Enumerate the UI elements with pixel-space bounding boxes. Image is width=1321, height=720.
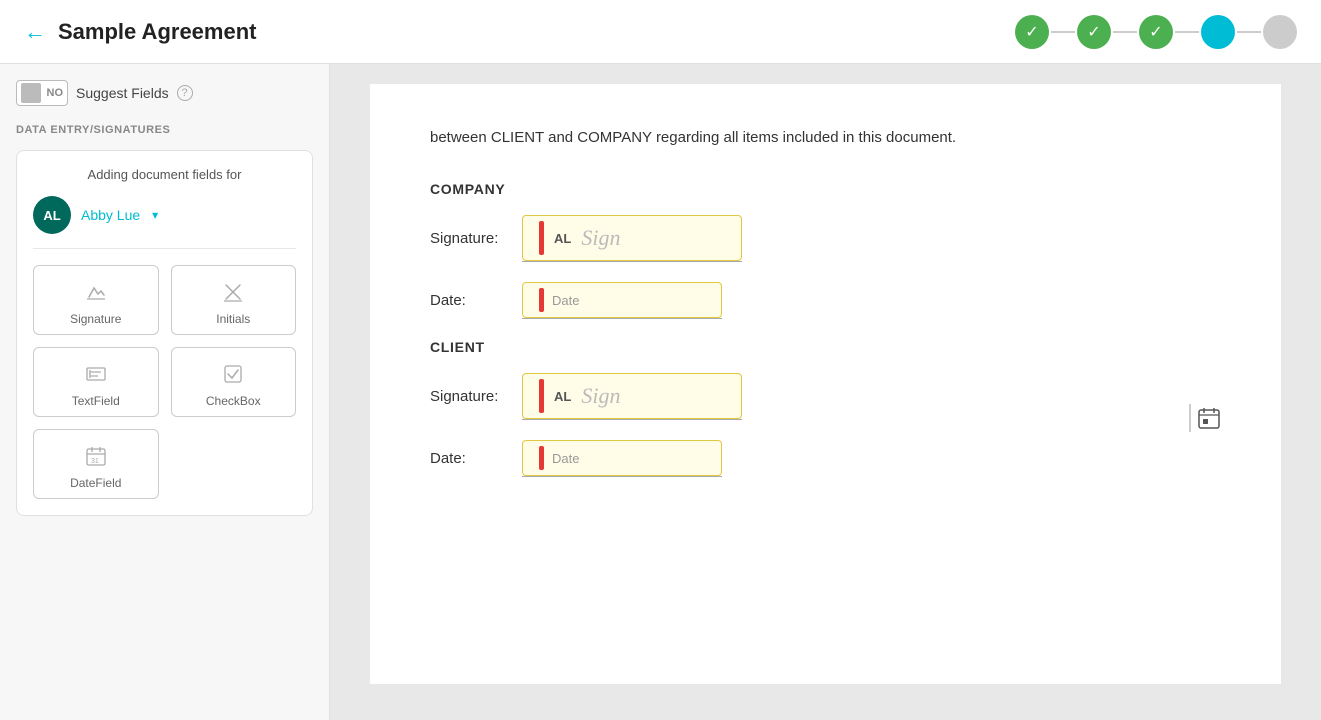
- checkbox-icon: [222, 360, 244, 388]
- step-dash-4: [1237, 31, 1261, 33]
- field-item-datefield[interactable]: 31 DateField: [33, 429, 159, 499]
- field-item-signature[interactable]: Signature: [33, 265, 159, 335]
- company-date-row: Date: Date: [430, 282, 1221, 319]
- suggest-fields-toggle[interactable]: NO: [16, 80, 68, 106]
- section-label: DATA ENTRY/SIGNATURES: [16, 124, 313, 136]
- toggle-state: NO: [47, 87, 64, 99]
- client-sig-initials: AL: [554, 389, 571, 404]
- user-selector[interactable]: AL Abby Lue ▾: [33, 196, 296, 249]
- company-signature-row: Signature: AL Sign: [430, 215, 1221, 262]
- field-label-textfield: TextField: [72, 394, 120, 408]
- main-content: NO Suggest Fields ? DATA ENTRY/SIGNATURE…: [0, 64, 1321, 720]
- client-date-field[interactable]: Date: [522, 440, 722, 476]
- user-name: Abby Lue: [81, 207, 140, 223]
- client-date-underline: [522, 476, 722, 477]
- field-item-textfield[interactable]: TextField: [33, 347, 159, 417]
- company-date-placeholder: Date: [552, 293, 579, 308]
- client-section-title: CLIENT: [430, 339, 1221, 355]
- step-dash-1: [1051, 31, 1075, 33]
- step-3: ✓: [1139, 15, 1173, 49]
- chevron-down-icon: ▾: [152, 208, 158, 222]
- suggest-fields-row: NO Suggest Fields ?: [16, 80, 313, 106]
- document-page: between CLIENT and COMPANY regarding all…: [370, 84, 1281, 684]
- step-2: ✓: [1077, 15, 1111, 49]
- field-label-initials: Initials: [216, 312, 250, 326]
- textfield-icon: [85, 360, 107, 388]
- field-item-initials[interactable]: Initials: [171, 265, 297, 335]
- client-sig-red-bar: [539, 379, 544, 413]
- client-signature-label: Signature:: [430, 388, 510, 405]
- step-dash-2: [1113, 31, 1137, 33]
- step-1: ✓: [1015, 15, 1049, 49]
- company-date-underline: [522, 318, 722, 319]
- help-icon[interactable]: ?: [177, 85, 193, 101]
- company-signature-label: Signature:: [430, 230, 510, 247]
- field-item-checkbox[interactable]: CheckBox: [171, 347, 297, 417]
- svg-text:31: 31: [91, 458, 99, 465]
- company-section-title: COMPANY: [430, 181, 1221, 197]
- client-signature-row: Signature: AL Sign: [430, 373, 1221, 420]
- back-button[interactable]: ←: [24, 21, 46, 43]
- progress-stepper: ✓ ✓ ✓: [1015, 15, 1297, 49]
- sidebar: NO Suggest Fields ? DATA ENTRY/SIGNATURE…: [0, 64, 330, 720]
- document-area: between CLIENT and COMPANY regarding all…: [330, 64, 1321, 720]
- sig-red-bar: [539, 221, 544, 255]
- initials-icon: [222, 278, 244, 306]
- client-date-red-bar: [539, 446, 544, 470]
- client-date-row: Date: Date: [430, 440, 1221, 477]
- step-4: [1201, 15, 1235, 49]
- company-date-label: Date:: [430, 292, 510, 309]
- field-label-checkbox: CheckBox: [206, 394, 261, 408]
- company-date-field[interactable]: Date: [522, 282, 722, 318]
- date-red-bar: [539, 288, 544, 312]
- client-sig-underline: [522, 419, 742, 420]
- field-label-datefield: DateField: [70, 476, 121, 490]
- company-sig-text: Sign: [581, 225, 620, 251]
- user-avatar: AL: [33, 196, 71, 234]
- field-grid: Signature Initials: [33, 265, 296, 499]
- signature-icon: [85, 278, 107, 306]
- client-date-placeholder: Date: [552, 451, 579, 466]
- field-label-signature: Signature: [70, 312, 121, 326]
- client-sig-text: Sign: [581, 383, 620, 409]
- doc-intro-text: between CLIENT and COMPANY regarding all…: [430, 124, 1221, 151]
- client-signature-field[interactable]: AL Sign: [522, 373, 742, 419]
- floating-calendar-widget: [1189, 404, 1221, 432]
- client-date-label: Date:: [430, 450, 510, 467]
- company-sig-initials: AL: [554, 231, 571, 246]
- step-dash-3: [1175, 31, 1199, 33]
- float-divider: [1189, 404, 1191, 432]
- app-header: ← Sample Agreement ✓ ✓ ✓: [0, 0, 1321, 64]
- suggest-label: Suggest Fields: [76, 85, 169, 101]
- adding-label: Adding document fields for: [33, 167, 296, 182]
- company-signature-field[interactable]: AL Sign: [522, 215, 742, 261]
- header-left: ← Sample Agreement: [24, 19, 256, 45]
- fields-card: Adding document fields for AL Abby Lue ▾…: [16, 150, 313, 516]
- toggle-knob: [21, 83, 41, 103]
- datefield-icon: 31: [85, 442, 107, 470]
- calendar-icon: [1197, 406, 1221, 430]
- document-title: Sample Agreement: [58, 19, 256, 45]
- company-sig-underline: [522, 261, 742, 262]
- step-5: [1263, 15, 1297, 49]
